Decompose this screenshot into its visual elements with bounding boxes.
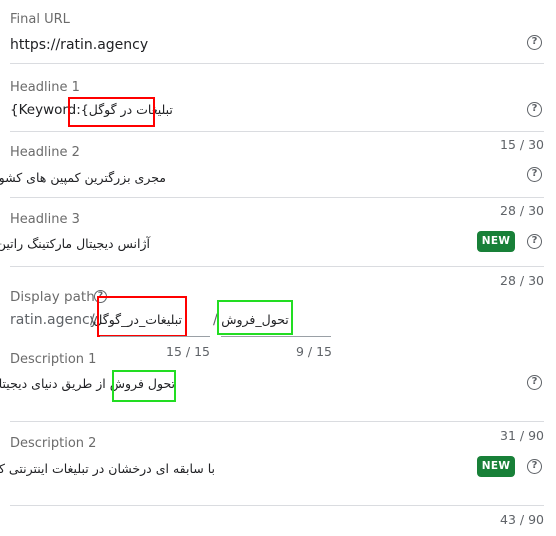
red-annotation-box [97,296,187,337]
headline-2-counter: 28 / 30 [500,203,544,218]
display-path-label: Display path [10,289,95,305]
headline-3-counter: 28 / 30 [500,273,544,288]
divider [10,63,544,64]
description-1-rest: از طریق دنیای دیجیتال [0,376,106,391]
final-url-input[interactable]: https://ratin.agency [10,37,148,53]
display-path-2-counter: 9 / 15 [295,344,332,359]
divider [10,131,544,132]
display-path-1-counter: 15 / 15 [166,344,210,359]
help-icon[interactable]: ? [527,459,542,474]
description-2-counter: 43 / 90 [500,512,544,527]
headline-2-input[interactable]: مجری بزرگترین کمپین های کشور [0,170,166,185]
green-annotation-box [112,370,176,402]
headline-1-counter: 15 / 30 [500,137,544,152]
help-icon[interactable]: ? [527,375,542,390]
divider [10,197,544,198]
description-2-input[interactable]: با سابقه ای درخشان در تبلیغات اینترنتی ک… [0,461,215,476]
headline-3-label: Headline 3 [10,212,80,227]
divider [10,421,544,422]
new-badge: NEW [477,456,515,477]
headline-1-label: Headline 1 [10,80,80,95]
description-1-counter: 31 / 90 [500,428,544,443]
path-2-underline [221,336,331,337]
display-path-domain: ratin.agency [10,312,98,328]
help-icon[interactable]: ? [527,167,542,182]
new-badge: NEW [477,231,515,252]
description-1-label: Description 1 [10,352,97,367]
divider [10,505,544,506]
description-2-label: Description 2 [10,436,97,451]
red-annotation-box [68,97,155,127]
help-icon[interactable]: ? [527,35,542,50]
final-url-label: Final URL [10,12,70,27]
help-icon[interactable]: ? [527,102,542,117]
divider [10,266,544,267]
green-annotation-box [217,300,293,335]
help-icon[interactable]: ? [527,234,542,249]
headline-3-input[interactable]: آژانس دیجیتال مارکتینگ راتین [0,236,150,251]
headline-2-label: Headline 2 [10,145,80,160]
path-1-underline [100,336,210,337]
